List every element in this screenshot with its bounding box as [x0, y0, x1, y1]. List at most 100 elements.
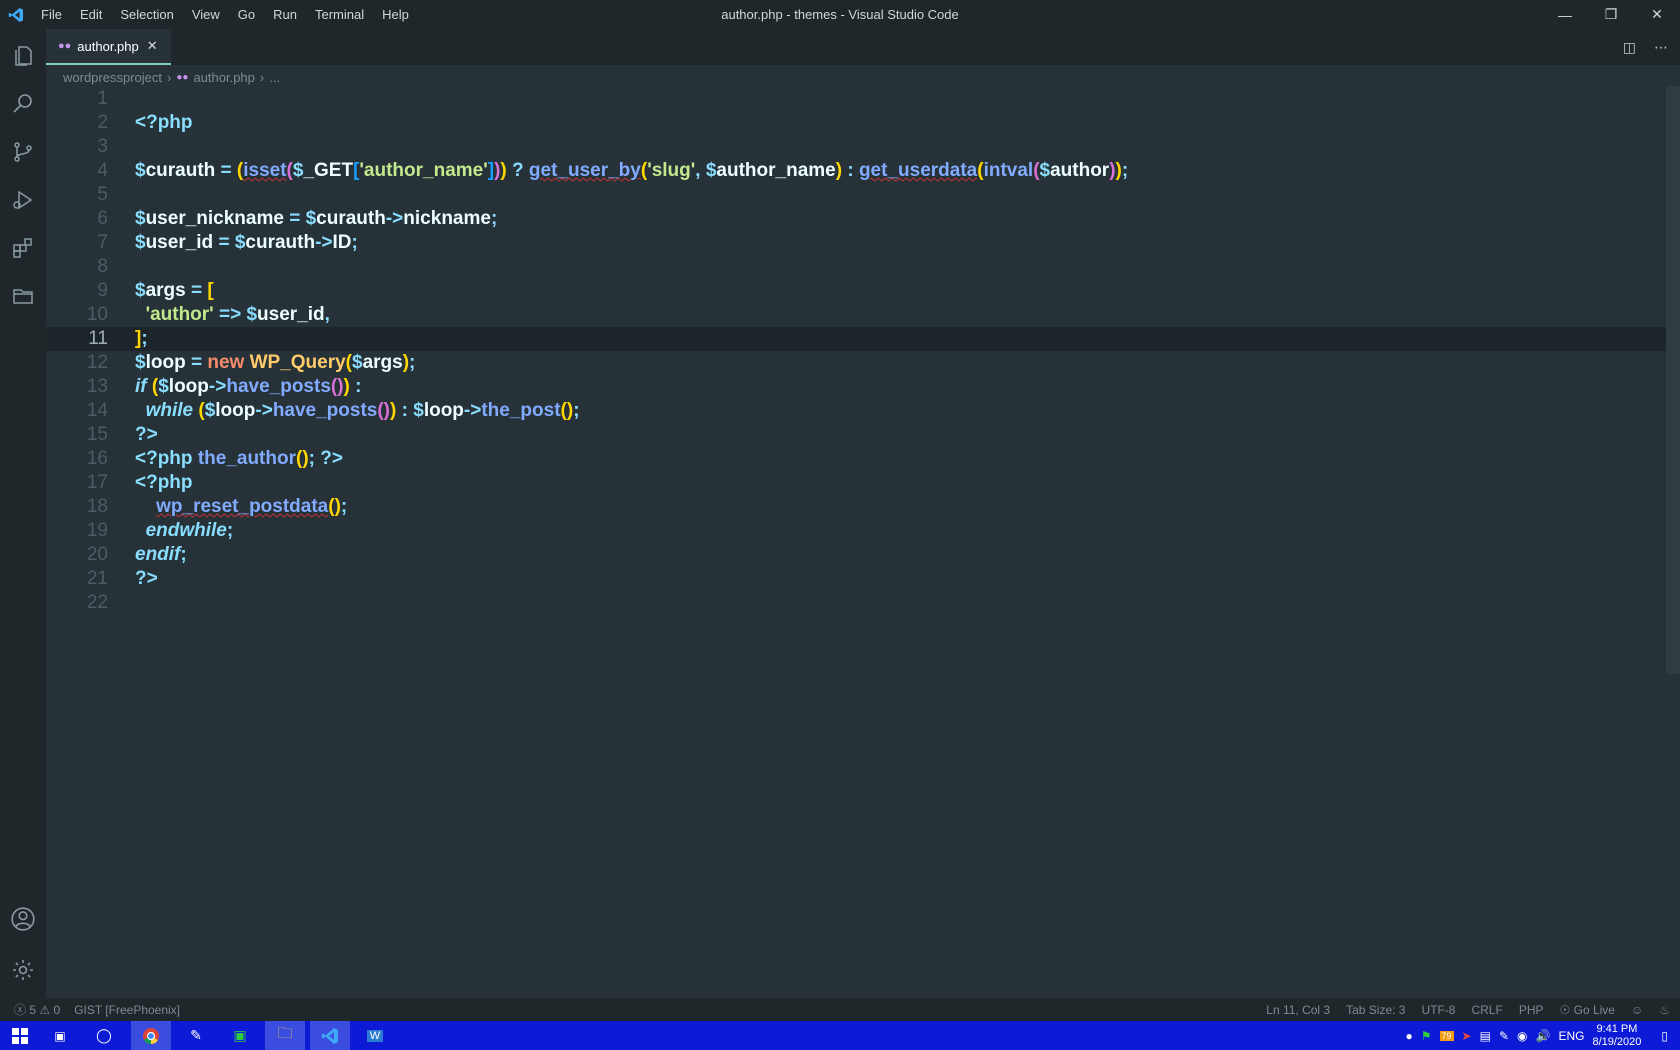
- code-token: ?>: [135, 424, 158, 445]
- menu-view[interactable]: View: [183, 0, 229, 29]
- code-line[interactable]: $loop = new WP_Query($args);: [135, 351, 415, 375]
- code-line[interactable]: <?php: [135, 471, 193, 495]
- code-token: intval: [983, 160, 1034, 181]
- code-line[interactable]: $user_id = $curauth->ID;: [135, 231, 358, 255]
- settings-gear-icon[interactable]: [0, 947, 46, 993]
- extensions-icon[interactable]: [0, 225, 46, 271]
- code-token: $: [135, 232, 146, 253]
- task-view-icon[interactable]: ▣: [40, 1021, 80, 1050]
- folder-icon[interactable]: [0, 273, 46, 319]
- code-line[interactable]: endwhile;: [135, 519, 234, 543]
- code-token: have_posts: [272, 400, 378, 421]
- cursor-position[interactable]: Ln 11, Col 3: [1266, 1003, 1330, 1017]
- inkscape-icon[interactable]: ✎: [176, 1021, 216, 1050]
- menu-file[interactable]: File: [32, 0, 71, 29]
- code-token: ;: [141, 328, 148, 349]
- problems-indicator[interactable]: ⓧ 5 ⚠ 0: [14, 1001, 60, 1018]
- code-token: ;: [180, 544, 187, 565]
- error-icon: ⓧ: [14, 1003, 27, 1017]
- search-icon[interactable]: [0, 81, 46, 127]
- arrow-icon[interactable]: ➤: [1462, 1029, 1472, 1043]
- line-number: 13: [86, 376, 108, 397]
- account-icon[interactable]: [0, 896, 46, 942]
- feedback-icon[interactable]: ☺: [1631, 1003, 1643, 1017]
- code-token: 'slug': [647, 160, 696, 181]
- code-token: :: [842, 160, 859, 181]
- split-editor-icon[interactable]: ◫: [1623, 39, 1636, 56]
- code-line[interactable]: ?>: [135, 567, 158, 591]
- language-indicator[interactable]: ENG: [1558, 1029, 1584, 1043]
- more-actions-icon[interactable]: ⋯: [1654, 39, 1668, 56]
- tab-author-php[interactable]: ●● author.php ✕: [46, 29, 171, 65]
- code-token: _GET: [303, 160, 354, 181]
- tab-size[interactable]: Tab Size: 3: [1346, 1003, 1405, 1017]
- vscode-taskbar-icon[interactable]: [310, 1021, 350, 1050]
- notification-center-icon[interactable]: ▯: [1661, 1029, 1668, 1043]
- code-token: $: [352, 352, 363, 373]
- code-line[interactable]: if ($loop->have_posts()) :: [135, 375, 361, 399]
- code-line[interactable]: ?>: [135, 423, 158, 447]
- windows-start-icon[interactable]: [0, 1021, 40, 1050]
- minimize-button[interactable]: —: [1542, 0, 1588, 29]
- code-token: ->: [463, 400, 482, 421]
- code-token: ;: [573, 400, 580, 421]
- breadcrumb-more[interactable]: ...: [269, 70, 280, 85]
- file-explorer-icon[interactable]: 🗀: [265, 1021, 305, 1050]
- code-line[interactable]: wp_reset_postdata();: [135, 495, 347, 519]
- code-token: isset: [243, 160, 287, 181]
- code-token: get_user_by: [528, 160, 641, 181]
- code-line[interactable]: endif;: [135, 543, 187, 567]
- menu-edit[interactable]: Edit: [71, 0, 111, 29]
- network-icon[interactable]: ▤: [1480, 1029, 1491, 1043]
- game-icon[interactable]: ▣: [220, 1021, 260, 1050]
- explorer-icon[interactable]: [0, 33, 46, 79]
- code-line[interactable]: $curauth = (isset($_GET['author_name']))…: [135, 159, 1128, 183]
- notifications-bell-icon[interactable]: ♨: [1659, 1003, 1670, 1017]
- end-of-line[interactable]: CRLF: [1471, 1003, 1502, 1017]
- code-token: <?php: [135, 448, 198, 469]
- menu-go[interactable]: Go: [229, 0, 264, 29]
- code-token: ;: [308, 448, 321, 469]
- source-control-icon[interactable]: [0, 129, 46, 175]
- code-token: $: [135, 160, 146, 181]
- clock[interactable]: 9:41 PM 8/19/2020: [1592, 1023, 1641, 1049]
- menu-run[interactable]: Run: [264, 0, 306, 29]
- cortana-icon[interactable]: ◯: [84, 1021, 124, 1050]
- breadcrumb-folder[interactable]: wordpressproject: [63, 70, 162, 85]
- code-token: $: [1039, 160, 1051, 181]
- chrome-icon[interactable]: [131, 1021, 171, 1050]
- code-token: $: [246, 304, 258, 325]
- editor-scrollbar[interactable]: [1666, 86, 1680, 674]
- pen-icon[interactable]: ✎: [1499, 1029, 1509, 1043]
- menu-help[interactable]: Help: [373, 0, 418, 29]
- menu-selection[interactable]: Selection: [111, 0, 182, 29]
- code-line[interactable]: while ($loop->have_posts()) : $loop->the…: [135, 399, 580, 423]
- language-mode[interactable]: PHP: [1519, 1003, 1544, 1017]
- menu-terminal[interactable]: Terminal: [306, 0, 373, 29]
- code-line[interactable]: ];: [135, 327, 148, 351]
- go-live-button[interactable]: ☉ Go Live: [1560, 1003, 1615, 1017]
- word-icon[interactable]: W: [355, 1021, 395, 1050]
- breadcrumb-file[interactable]: author.php: [193, 70, 254, 85]
- line-number: 7: [97, 232, 108, 253]
- code-token: (): [296, 448, 309, 469]
- restore-button[interactable]: ❐: [1588, 0, 1634, 29]
- code-line[interactable]: <?php: [135, 111, 193, 135]
- code-line[interactable]: 'author' => $user_id,: [135, 303, 330, 327]
- run-debug-icon[interactable]: [0, 177, 46, 223]
- vpn-icon[interactable]: ●: [1406, 1029, 1413, 1043]
- close-button[interactable]: ✕: [1634, 0, 1680, 29]
- encoding[interactable]: UTF-8: [1421, 1003, 1455, 1017]
- code-line[interactable]: $user_nickname = $curauth->nickname;: [135, 207, 497, 231]
- close-tab-icon[interactable]: ✕: [147, 38, 158, 54]
- code-line[interactable]: <?php the_author(); ?>: [135, 447, 343, 471]
- gist-status[interactable]: GIST [FreePhoenix]: [74, 1003, 180, 1017]
- security-icon[interactable]: ◉: [1517, 1029, 1527, 1043]
- system-tray: ● ⚑ 79 ➤ ▤ ✎ ◉ 🔊 ENG 9:41 PM 8/19/2020 ▯: [1406, 1021, 1669, 1050]
- flag-icon[interactable]: ⚑: [1421, 1029, 1432, 1043]
- volume-icon[interactable]: 🔊: [1535, 1029, 1550, 1043]
- code-line[interactable]: $args = [: [135, 279, 214, 303]
- code-token: args: [145, 280, 191, 301]
- tray-badge[interactable]: 79: [1439, 1030, 1454, 1041]
- code-token: WP_Query: [249, 352, 346, 373]
